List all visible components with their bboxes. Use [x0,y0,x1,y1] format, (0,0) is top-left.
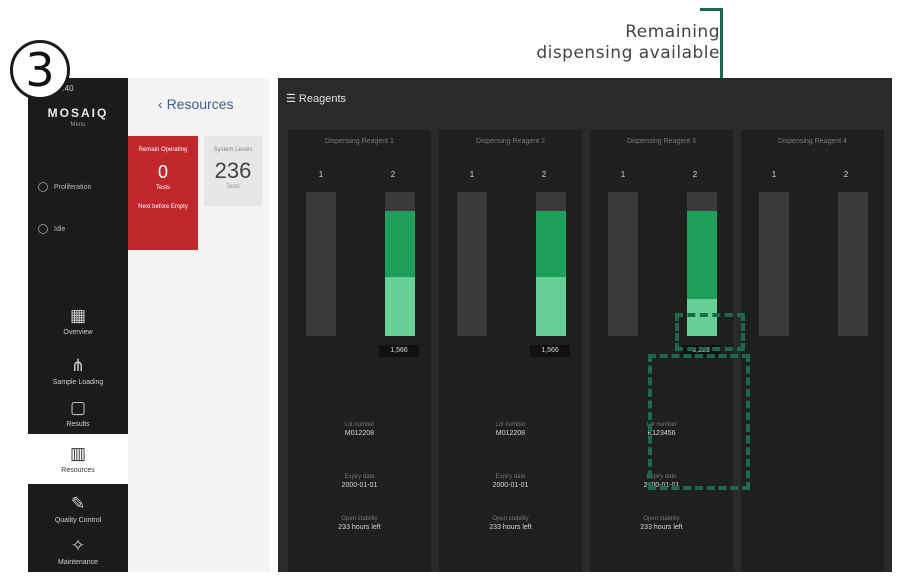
callout-connector-h [700,8,722,11]
reagent-fill-top [687,210,717,299]
reagent-fill-bottom [385,276,415,336]
reagent-tube-left [306,192,336,336]
nav-maintenance[interactable]: ✧ Maintenance [28,526,128,576]
reagent-fill-bottom [536,276,566,336]
app-logo: MOSAIQ [47,106,109,120]
position-1-marker: 1 [620,170,626,179]
status-proliferation: Proliferation [38,182,118,192]
position-2-marker: 2 [692,170,698,179]
list-icon: ☰ [286,93,299,105]
details-highlight-box [648,354,750,490]
remaining-tests-label: 1,566 [379,345,419,357]
position-1-marker: 1 [318,170,324,179]
reagent-column-2[interactable]: Dispensing Reagent 2 1 2 1,566 Lot numbe… [439,130,582,572]
nav-results[interactable]: ▢ Results [28,388,128,438]
callout-line2: dispensing available [536,43,720,63]
status-idle: Idle [38,224,118,234]
back-to-resources-button[interactable]: ‹ Resources [158,96,233,112]
position-1-marker: 1 [771,170,777,179]
remaining-highlight-box [675,313,745,351]
lot-number: Lot number M012208 [344,422,375,437]
resources-panel: ‹ Resources Remain Operating 0 Tests Nex… [128,78,270,572]
reagent-fill-top [536,210,566,277]
status-dot-icon [38,182,48,192]
nav-resources[interactable]: ▥ Resources [28,434,128,484]
overview-icon: ▦ [69,305,87,325]
position-2-marker: 2 [541,170,547,179]
position-2-marker: 2 [390,170,396,179]
remaining-tests-label: 1,566 [530,345,570,357]
nav-overview[interactable]: ▦ Overview [28,296,128,346]
remain-operating-card[interactable]: Remain Operating 0 Tests Next before Emp… [128,136,198,250]
system-levels-card[interactable]: System Levels 236 Tests [204,136,262,206]
reagent-tube-right [536,192,566,336]
logo-subtitle: Menu [70,122,86,128]
reagent-tube-left [457,192,487,336]
expiry-date: Expiry date 2000-01-01 [492,474,529,489]
reagent-tube-right [838,192,868,336]
reagent-tube-left [608,192,638,336]
chevron-left-icon: ‹ [158,96,167,112]
open-stability: Open stability 233 hours left [489,516,532,531]
reagent-fill-top [385,210,415,277]
resources-icon: ▥ [69,443,87,463]
maintenance-icon: ✧ [70,535,86,555]
reagent-columns: Dispensing Reagent 1 1 2 1,566 Lot numbe… [288,130,884,572]
sidebar: MOSAIQ Menu Proliferation Idle ▦ Overvie… [28,78,128,572]
reagent-column-4[interactable]: Dispensing Reagent 4 1 2 [741,130,884,572]
reagent-tube-left [759,192,789,336]
quality-control-icon: ✎ [70,493,86,513]
reagent-column-3[interactable]: Dispensing Reagent 3 1 2 3,223 Lot numbe… [590,130,733,572]
reagent-tube-right [385,192,415,336]
step-number-badge: 3 [10,40,70,100]
status-dot-icon [38,224,48,234]
callout-line1: Remaining [625,22,720,42]
sample-loading-icon: ⋔ [70,355,86,375]
reagent-column-1[interactable]: Dispensing Reagent 1 1 2 1,566 Lot numbe… [288,130,431,572]
expiry-date: Expiry date 2000-01-01 [341,474,378,489]
open-stability: Open stability 233 hours left [338,516,381,531]
remaining-callout: Remaining dispensing available [536,22,720,64]
position-2-marker: 2 [843,170,849,179]
lot-number: Lot number M012208 [495,422,526,437]
position-1-marker: 1 [469,170,475,179]
reagents-title: ☰ Reagents [286,93,347,105]
reagents-main: ☰ Reagents Dispensing Reagent 1 1 2 1,56… [278,78,892,572]
open-stability: Open stability 233 hours left [640,516,683,531]
results-icon: ▢ [69,397,87,417]
